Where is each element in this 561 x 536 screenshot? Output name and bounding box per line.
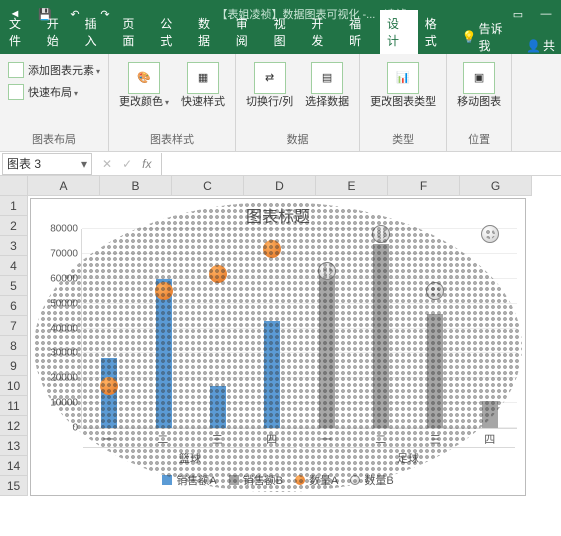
tab-formula[interactable]: 公式	[153, 10, 191, 54]
quick-style-button[interactable]: ▦快速样式	[177, 60, 229, 111]
group-type: 📊更改图表类型 类型	[360, 54, 447, 151]
y-tick-label: 70000	[50, 248, 82, 259]
tab-page[interactable]: 页面	[115, 10, 153, 54]
tab-foxit[interactable]: 福昕	[342, 10, 380, 54]
tab-view[interactable]: 视图	[267, 10, 305, 54]
col-header[interactable]: C	[172, 176, 244, 196]
marker-soccer-icon[interactable]	[481, 225, 499, 243]
name-box[interactable]: 图表 3▾	[2, 153, 92, 175]
tab-design[interactable]: 设计	[380, 10, 418, 54]
ribbon-tabs: 文件 开始 插入 页面 公式 数据 审阅 视图 开发 福昕 设计 格式 💡告诉我…	[0, 28, 561, 54]
tab-dev[interactable]: 开发	[304, 10, 342, 54]
add-element-icon	[8, 62, 24, 78]
row-header[interactable]: 2	[0, 216, 28, 236]
col-header[interactable]: F	[388, 176, 460, 196]
row-header[interactable]: 10	[0, 376, 28, 396]
col-header[interactable]: A	[28, 176, 100, 196]
chart-legend[interactable]: 销售额A 销售额B 数量A 数量B	[31, 466, 525, 488]
group-label-type: 类型	[366, 131, 440, 149]
chart-object[interactable]: 图表标题 01000020000300004000050000600007000…	[30, 198, 526, 496]
group-label-style: 图表样式	[115, 131, 229, 149]
switch-icon: ⇄	[254, 62, 286, 94]
move-chart-icon: ▣	[463, 62, 495, 94]
move-chart-button[interactable]: ▣移动图表	[453, 60, 505, 111]
formula-input[interactable]	[161, 153, 561, 175]
minimize-icon[interactable]: —	[535, 3, 557, 25]
group-label-data: 数据	[242, 131, 353, 149]
row-header[interactable]: 11	[0, 396, 28, 416]
row-header[interactable]: 14	[0, 456, 28, 476]
row-header[interactable]: 12	[0, 416, 28, 436]
select-data-button[interactable]: ▤选择数据	[301, 60, 353, 111]
group-data: ⇄切换行/列 ▤选择数据 数据	[236, 54, 360, 151]
tell-me[interactable]: 💡告诉我	[456, 20, 520, 54]
col-header[interactable]: G	[460, 176, 532, 196]
select-data-icon: ▤	[311, 62, 343, 94]
style-icon: ▦	[187, 62, 219, 94]
col-header[interactable]: E	[316, 176, 388, 196]
user-icon: 👤	[526, 39, 541, 53]
ribbon: 添加图表元素 快速布局 图表布局 🎨更改颜色 ▦快速样式 图表样式 ⇄切换行/列…	[0, 54, 561, 152]
tab-insert[interactable]: 插入	[78, 10, 116, 54]
formula-bar: 图表 3▾ ✕ ✓ fx	[0, 152, 561, 176]
share-button[interactable]: 👤共	[520, 37, 561, 54]
tab-review[interactable]: 审阅	[229, 10, 267, 54]
row-header[interactable]: 4	[0, 256, 28, 276]
row-header[interactable]: 1	[0, 196, 28, 216]
switch-row-col-button[interactable]: ⇄切换行/列	[242, 60, 297, 111]
col-header[interactable]: D	[244, 176, 316, 196]
tab-data[interactable]: 数据	[191, 10, 229, 54]
legend-marker-soccer-icon	[350, 475, 360, 485]
tab-home[interactable]: 开始	[40, 10, 78, 54]
group-chart-style: 🎨更改颜色 ▦快速样式 图表样式	[109, 54, 236, 151]
fx-icon[interactable]: fx	[142, 157, 151, 171]
select-all-corner[interactable]	[0, 176, 28, 196]
group-position: ▣移动图表 位置	[447, 54, 512, 151]
row-header[interactable]: 13	[0, 436, 28, 456]
change-color-button[interactable]: 🎨更改颜色	[115, 60, 173, 111]
quick-layout-icon	[8, 84, 24, 100]
row-header[interactable]: 9	[0, 356, 28, 376]
row-header[interactable]: 3	[0, 236, 28, 256]
chevron-down-icon[interactable]: ▾	[81, 157, 87, 171]
worksheet-grid: A B C D E F G 123456789101112131415 图表标题…	[0, 176, 561, 516]
bulb-icon: 💡	[462, 30, 477, 44]
cancel-icon[interactable]: ✕	[102, 157, 112, 171]
row-header[interactable]: 7	[0, 316, 28, 336]
tab-file[interactable]: 文件	[2, 10, 40, 54]
col-header[interactable]: B	[100, 176, 172, 196]
group-chart-layout: 添加图表元素 快速布局 图表布局	[0, 54, 109, 151]
change-chart-type-button[interactable]: 📊更改图表类型	[366, 60, 440, 111]
group-label-layout: 图表布局	[6, 131, 102, 149]
y-tick-label: 80000	[50, 224, 82, 235]
cells-area[interactable]: 图表标题 01000020000300004000050000600007000…	[28, 196, 532, 516]
row-header[interactable]: 8	[0, 336, 28, 356]
palette-icon: 🎨	[128, 62, 160, 94]
add-chart-element-button[interactable]: 添加图表元素	[6, 60, 102, 80]
enter-icon[interactable]: ✓	[122, 157, 132, 171]
row-header[interactable]: 15	[0, 476, 28, 496]
tab-format[interactable]: 格式	[418, 10, 456, 54]
group-label-pos: 位置	[453, 131, 505, 149]
row-header[interactable]: 6	[0, 296, 28, 316]
row-header[interactable]: 5	[0, 276, 28, 296]
chart-type-icon: 📊	[387, 62, 419, 94]
quick-layout-button[interactable]: 快速布局	[6, 82, 80, 102]
